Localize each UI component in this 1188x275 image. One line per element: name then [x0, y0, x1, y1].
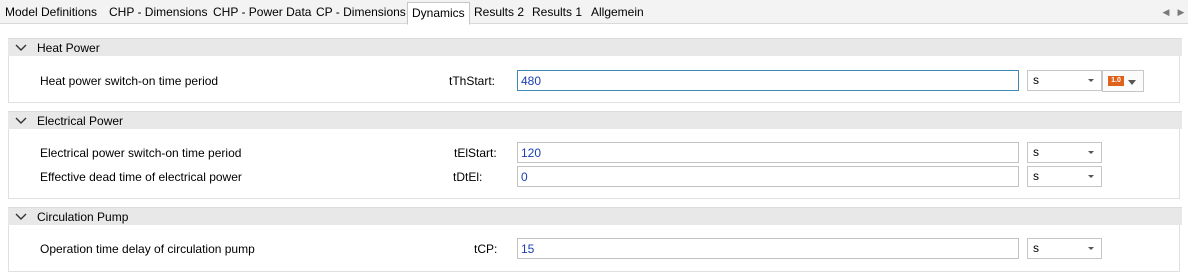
group-circulation-pump: Circulation Pump Operation time delay of… [8, 207, 1182, 272]
tab-allgemein[interactable]: Allgemein [591, 3, 644, 24]
tab-results-2[interactable]: Results 2 [474, 3, 524, 24]
group-header-electrical-power[interactable]: Electrical Power [8, 111, 1182, 129]
tThStart-unit-select[interactable]: s [1027, 70, 1102, 91]
unit-value: s [1033, 73, 1039, 87]
tCP-input[interactable] [517, 238, 1019, 259]
field-label: Operation time delay of circulation pump [40, 242, 255, 256]
variable-name: tCP: [474, 242, 498, 256]
variable-name: tThStart: [449, 74, 496, 88]
dropdown-caret-icon [1088, 175, 1094, 178]
field-label: Electrical power switch-on time period [40, 146, 242, 160]
tCP-unit-select[interactable]: s [1027, 238, 1102, 259]
tDtEl-unit-select[interactable]: s [1027, 166, 1102, 187]
tab-model-definitions[interactable]: Model Definitions [5, 3, 97, 24]
tDtEl-input[interactable] [517, 166, 1019, 187]
group-title: Electrical Power [37, 114, 124, 128]
group-heat-power: Heat Power Heat power switch-on time per… [8, 38, 1182, 103]
tElStart-input[interactable] [517, 142, 1019, 163]
group-title: Circulation Pump [37, 210, 129, 224]
tab-chp-power-data[interactable]: CHP - Power Data [213, 3, 311, 24]
unit-value: s [1033, 241, 1039, 255]
dropdown-caret-icon [1088, 151, 1094, 154]
version-badge-dropdown[interactable]: 1.0 [1102, 70, 1144, 92]
triangle-left-icon[interactable]: ◀ [1161, 6, 1171, 18]
group-title: Heat Power [37, 41, 100, 55]
tab-cp-dimensions[interactable]: CP - Dimensions [316, 3, 406, 24]
dropdown-caret-icon [1088, 79, 1094, 82]
variable-name: tElStart: [454, 146, 497, 160]
tab-results-1[interactable]: Results 1 [532, 3, 582, 24]
tThStart-input[interactable] [517, 70, 1019, 91]
group-header-heat-power[interactable]: Heat Power [8, 38, 1182, 56]
group-electrical-power: Electrical Power Electrical power switch… [8, 111, 1182, 199]
field-label: Effective dead time of electrical power [40, 170, 242, 184]
chevron-down-icon[interactable] [15, 42, 27, 54]
chevron-down-icon[interactable] [15, 115, 27, 127]
chevron-down-icon[interactable] [15, 211, 27, 223]
tab-chp-dimensions[interactable]: CHP - Dimensions [109, 3, 207, 24]
dropdown-caret-icon [1088, 247, 1094, 250]
unit-value: s [1033, 169, 1039, 183]
triangle-right-icon[interactable]: ▶ [1176, 6, 1186, 18]
field-label: Heat power switch-on time period [40, 74, 219, 88]
dynamics-panel: Heat Power Heat power switch-on time per… [8, 38, 1182, 274]
version-badge-icon: 1.0 [1108, 76, 1124, 86]
group-header-circulation-pump[interactable]: Circulation Pump [8, 207, 1182, 225]
dropdown-caret-icon [1128, 80, 1136, 85]
tab-dynamics[interactable]: Dynamics [407, 2, 470, 25]
variable-name: tDtEl: [453, 170, 483, 184]
tElStart-unit-select[interactable]: s [1027, 142, 1102, 163]
tab-bar: Model Definitions CHP - Dimensions CHP -… [0, 0, 1188, 25]
unit-value: s [1033, 145, 1039, 159]
